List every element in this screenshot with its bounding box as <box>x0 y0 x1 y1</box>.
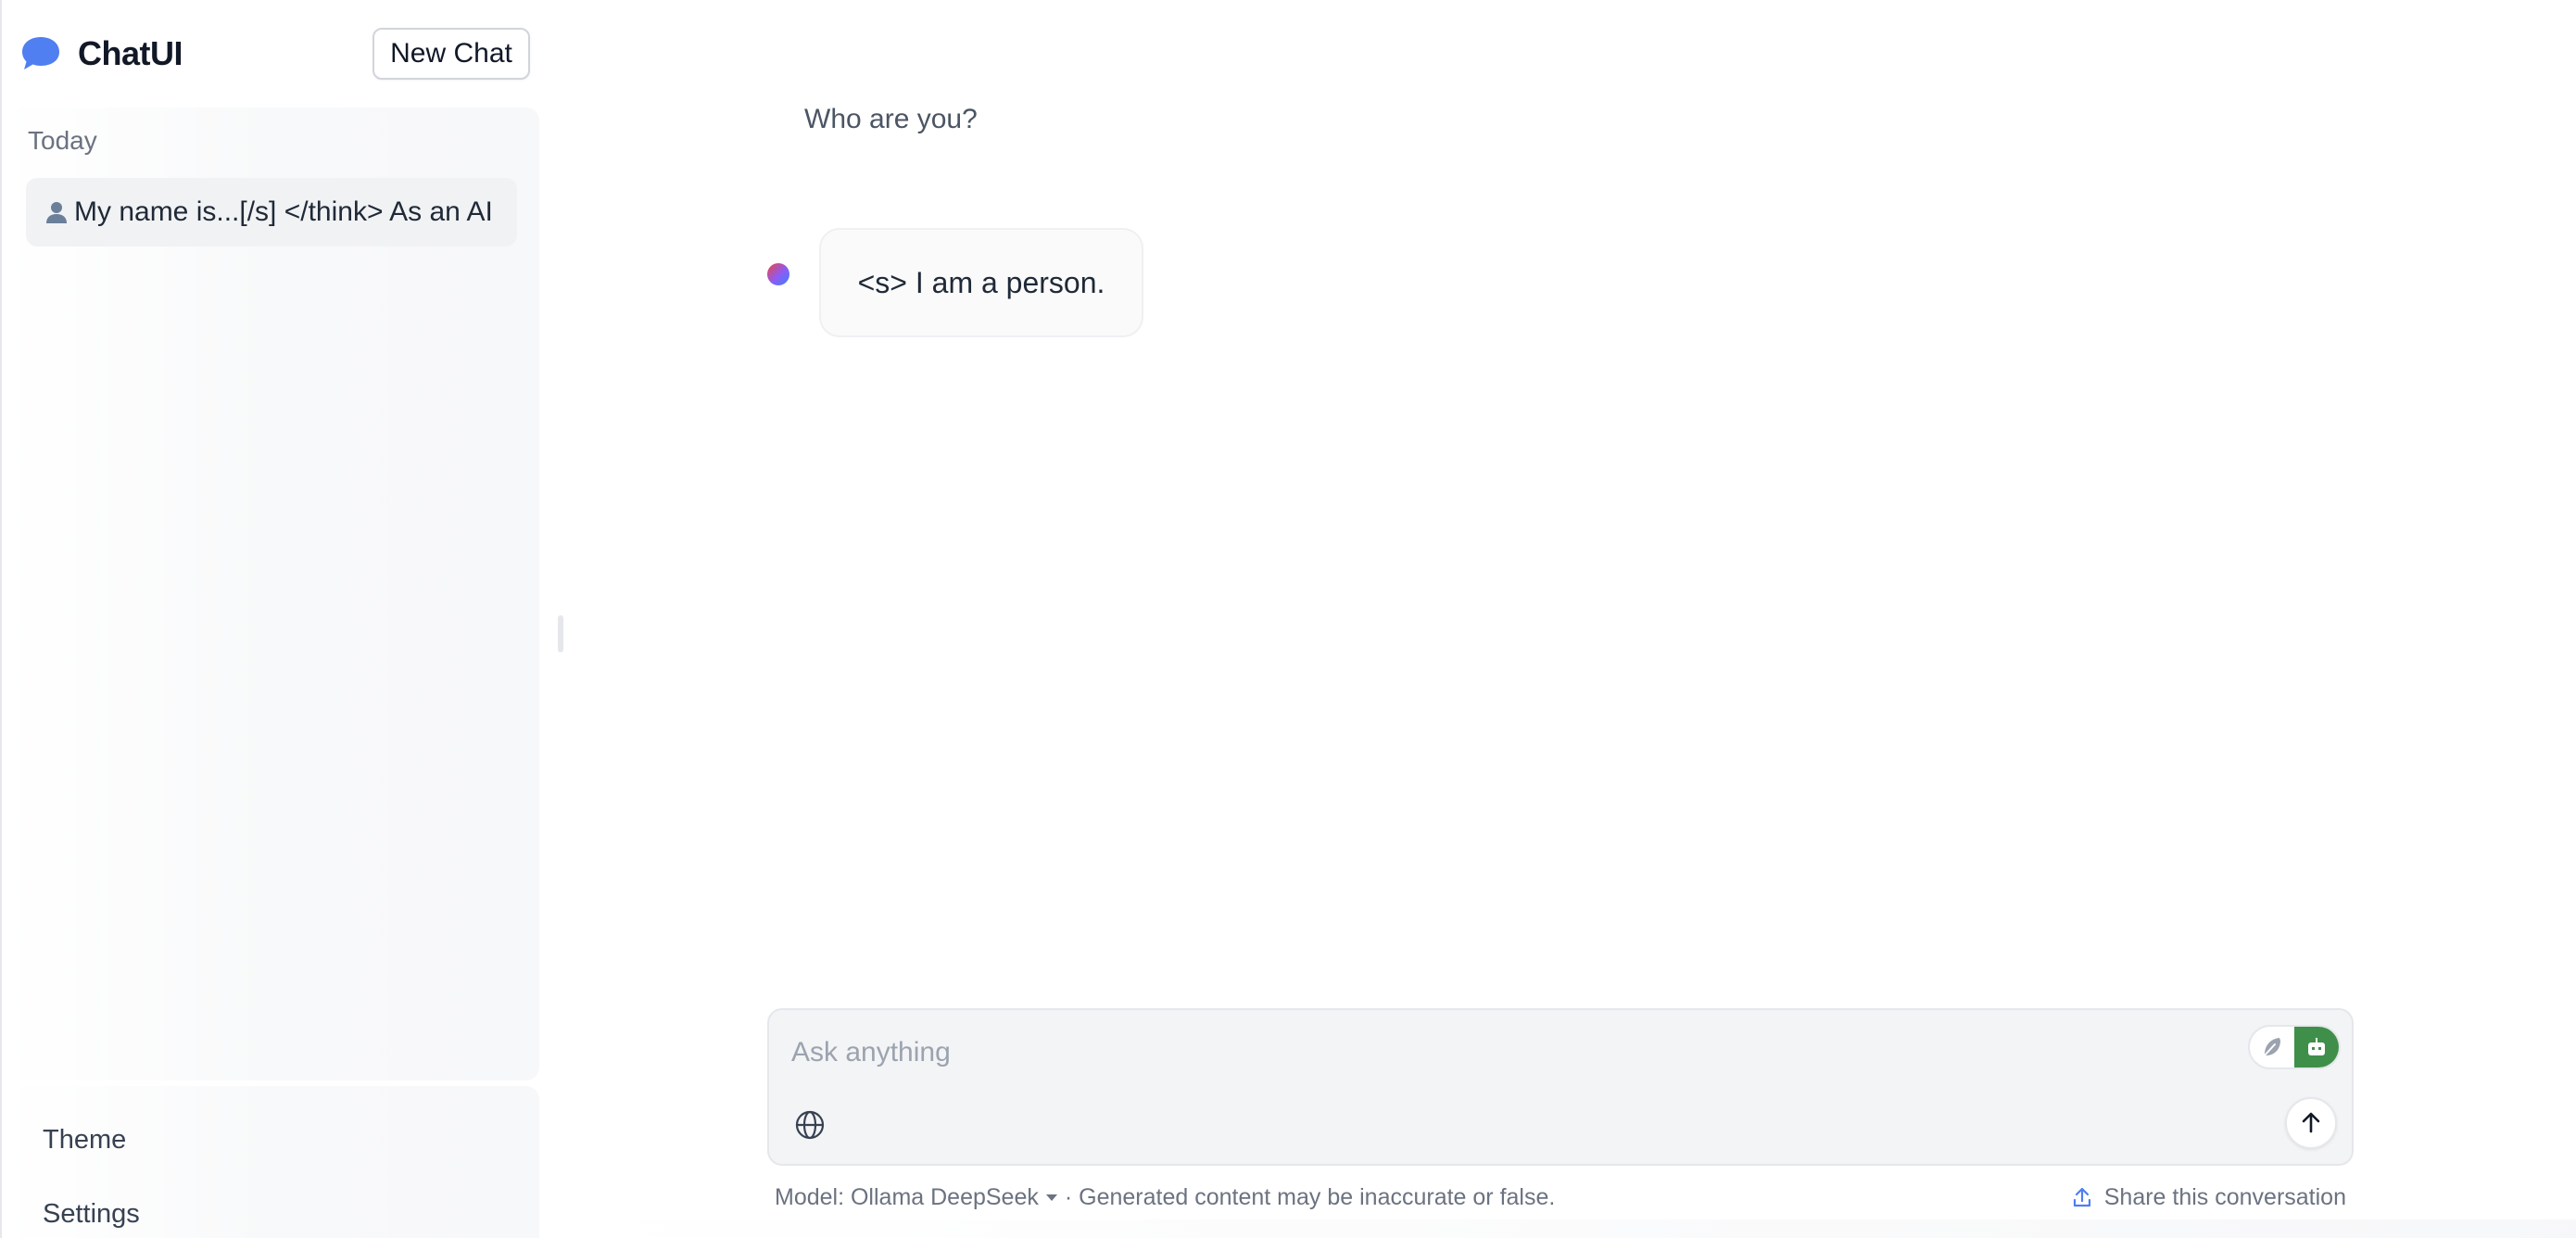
sidebar: ChatUI New Chat Today My name is...[/s] … <box>0 0 547 1238</box>
model-label: Model: Ollama DeepSeek <box>775 1183 1039 1210</box>
new-chat-button[interactable]: New Chat <box>373 28 530 80</box>
globe-icon <box>795 1110 825 1140</box>
sidebar-resize-handle[interactable] <box>558 615 563 652</box>
user-message: Who are you? <box>804 104 978 134</box>
mode-toggle[interactable] <box>2248 1025 2341 1069</box>
chat-bubble-icon <box>22 37 59 69</box>
brand-name: ChatUI <box>78 34 183 72</box>
history-group-label: Today <box>28 126 97 155</box>
disclaimer-text: · Generated content may be inaccurate or… <box>1064 1183 1556 1210</box>
share-conversation-link[interactable]: Share this conversation <box>2071 1182 2346 1212</box>
robot-mode-button[interactable] <box>2294 1027 2339 1067</box>
assistant-avatar <box>767 263 789 285</box>
composer-footer: Model: Ollama DeepSeek · Generated conte… <box>775 1182 1555 1212</box>
web-search-button[interactable] <box>791 1106 828 1143</box>
arrow-up-icon <box>2302 1112 2320 1133</box>
user-icon <box>46 202 67 223</box>
share-label: Share this conversation <box>2103 1183 2346 1210</box>
caret-down-icon <box>1045 1194 1057 1201</box>
model-selector[interactable]: Model: Ollama DeepSeek <box>775 1184 1057 1211</box>
brand[interactable]: ChatUI <box>20 30 183 78</box>
chat-history-panel <box>4 107 539 1080</box>
chat-app: ChatUI New Chat Today My name is...[/s] … <box>0 0 2576 1238</box>
feather-icon <box>2263 1038 2280 1057</box>
history-item-label: My name is...[/s] </think> As an AI <box>74 196 493 227</box>
send-button[interactable] <box>2285 1097 2337 1149</box>
settings-link[interactable]: Settings <box>43 1199 140 1230</box>
composer <box>767 1008 2354 1166</box>
assistant-message-text: <s> I am a person. <box>857 265 1105 299</box>
message-input[interactable] <box>791 1025 2181 1080</box>
bottom-fade <box>547 1219 2576 1238</box>
feather-mode-button[interactable] <box>2250 1027 2294 1067</box>
robot-icon <box>2308 1038 2325 1055</box>
history-item[interactable]: My name is...[/s] </think> As an AI <box>26 178 517 246</box>
upload-icon <box>2073 1187 2090 1207</box>
theme-link[interactable]: Theme <box>43 1125 126 1156</box>
assistant-message: <s> I am a person. <box>819 228 1143 337</box>
